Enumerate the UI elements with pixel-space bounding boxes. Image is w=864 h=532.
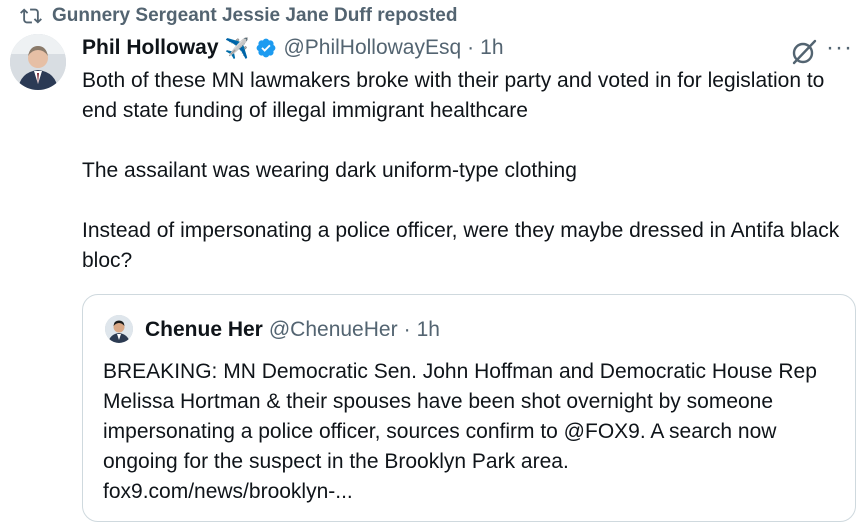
repost-icon [20,8,42,24]
grok-icon[interactable] [790,38,818,66]
airplane-emoji: ✈️ [224,37,250,60]
verified-badge-icon[interactable] [255,37,277,59]
quoted-avatar-image [105,315,133,343]
quoted-tweet-card[interactable]: Chenue Her @ChenueHer · 1h BREAKING: MN … [82,294,856,522]
quoted-author-avatar[interactable] [105,315,133,343]
tweet-timestamp[interactable]: 1h [480,36,503,60]
quoted-author-name[interactable]: Chenue Her [145,318,263,342]
tweet-paragraph: Both of these MN lawmakers broke with th… [82,69,825,122]
quoted-author-handle[interactable]: @ChenueHer [269,318,398,342]
repost-indicator[interactable]: Gunnery Sergeant Jessie Jane Duff repost… [20,4,457,28]
author-name[interactable]: Phil Holloway [82,36,219,60]
quoted-header-separator: · [403,318,411,341]
quoted-timestamp[interactable]: 1h [417,318,440,342]
avatar-image [10,34,66,90]
tweet-body: Both of these MN lawmakers broke with th… [82,66,842,276]
quoted-text: BREAKING: MN Democratic Sen. John Hoffma… [103,360,817,473]
quoted-link[interactable]: fox9.com/news/brooklyn-... [103,477,843,507]
author-handle[interactable]: @PhilHollowayEsq [283,36,461,60]
header-separator: · [467,36,475,59]
author-avatar[interactable] [10,34,66,90]
tweet-header: Phil Holloway ✈️ @PhilHollowayEsq · 1h [82,34,504,62]
quoted-tweet-header: Chenue Her @ChenueHer · 1h [145,315,440,345]
more-options-icon[interactable]: ··· [826,36,853,60]
quoted-tweet-body: BREAKING: MN Democratic Sen. John Hoffma… [103,357,843,507]
tweet-paragraph: The assailant was wearing dark uniform-t… [82,159,577,182]
tweet-paragraph: Instead of impersonating a police office… [82,219,840,272]
repost-text: Gunnery Sergeant Jessie Jane Duff repost… [52,5,458,26]
